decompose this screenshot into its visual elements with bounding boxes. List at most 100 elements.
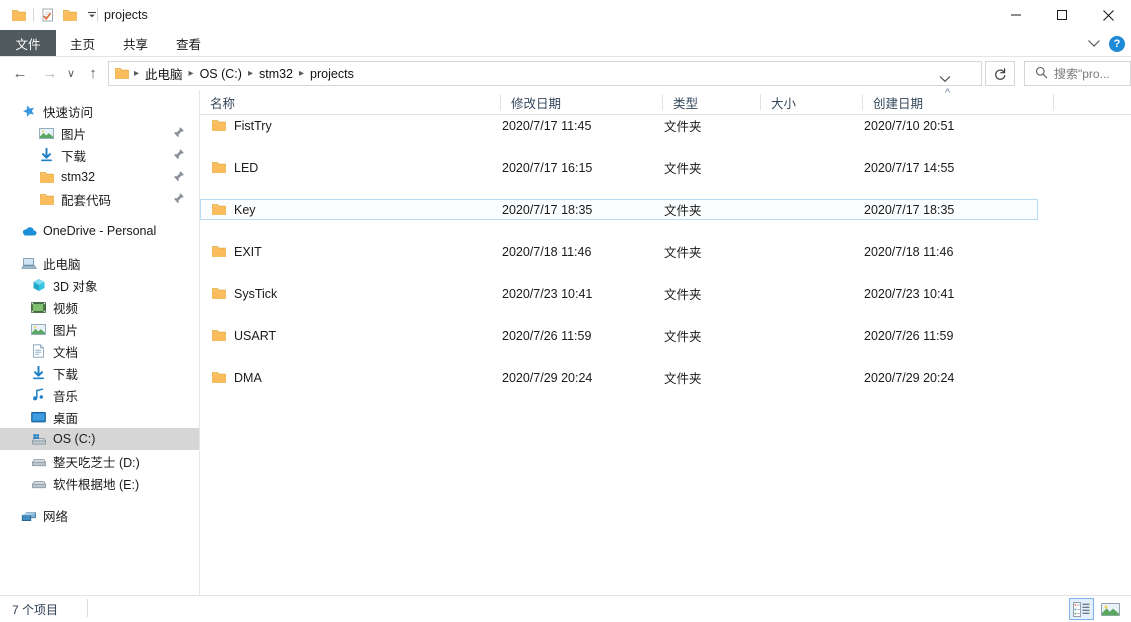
folder-icon[interactable]	[8, 4, 30, 26]
documents-icon	[30, 343, 47, 359]
file-name: USART	[234, 328, 277, 343]
sidebar-item-downloads[interactable]: 下载	[0, 362, 199, 384]
forward-button[interactable]: →	[38, 57, 62, 90]
new-folder-icon[interactable]	[59, 4, 81, 26]
cell-name: SysTick	[200, 283, 277, 304]
breadcrumb-item-2[interactable]: stm32	[255, 67, 297, 81]
refresh-button[interactable]	[985, 61, 1015, 86]
column-header-modified[interactable]: 修改日期	[501, 90, 662, 114]
column-headers: 名称 修改日期 类型 大小 创建日期 ^	[200, 87, 1131, 115]
expand-ribbon-chevron-down-icon[interactable]	[1087, 37, 1101, 51]
3d-objects-icon	[30, 277, 47, 293]
folder-icon	[212, 119, 226, 132]
table-row[interactable]: Key 2020/7/17 18:35 文件夹 2020/7/17 18:35	[200, 199, 1038, 220]
sidebar-item-label: 图片	[53, 323, 79, 338]
sidebar-item-label: 视频	[53, 301, 79, 316]
sidebar-item-onedrive[interactable]: OneDrive - Personal	[0, 220, 199, 242]
column-header-created[interactable]: 创建日期	[863, 90, 1053, 114]
sidebar-item-matching-code[interactable]: 配套代码	[0, 188, 199, 210]
breadcrumb-sep-2[interactable]: ▸	[246, 68, 255, 79]
cell-name: LED	[200, 157, 258, 178]
cell-type: 文件夹	[664, 288, 702, 302]
breadcrumb-sep-3[interactable]: ▸	[297, 68, 306, 79]
qat-dropdown-icon[interactable]	[81, 4, 103, 26]
column-header-type[interactable]: 类型	[663, 90, 760, 114]
help-icon[interactable]: ?	[1109, 35, 1125, 52]
sidebar-item-label: 网络	[43, 509, 69, 524]
content-area: 快速访问 图片 下载 stm32 配套代码 OneDrive - Persona…	[0, 87, 1131, 595]
tab-share[interactable]: 共享	[109, 30, 162, 57]
folder-icon	[38, 169, 55, 185]
sidebar-item-os-c[interactable]: OS (C:)	[0, 428, 199, 450]
recent-locations-button[interactable]: ∨	[62, 57, 80, 90]
table-row[interactable]: DMA 2020/7/29 20:24 文件夹 2020/7/29 20:24	[200, 367, 1131, 388]
close-button[interactable]	[1085, 0, 1131, 30]
sidebar-item-network[interactable]: 网络	[0, 504, 199, 526]
minimize-button[interactable]	[993, 0, 1039, 30]
cell-created: 2020/7/29 20:24	[864, 370, 955, 385]
maximize-button[interactable]	[1039, 0, 1085, 30]
search-input[interactable]: 搜索"pro...	[1054, 65, 1110, 82]
ribbon-right-controls: ?	[1087, 30, 1125, 57]
file-name: Key	[234, 202, 256, 217]
back-button[interactable]: ←	[8, 57, 32, 90]
sidebar-item-label: 文档	[53, 345, 79, 360]
column-header-size[interactable]: 大小	[761, 90, 862, 114]
ribbon-tab-bar: 文件 主页 共享 查看 ?	[0, 30, 1131, 57]
downloads-icon	[38, 147, 55, 163]
sidebar-item-label: stm32	[61, 170, 96, 184]
navigation-pane: 快速访问 图片 下载 stm32 配套代码 OneDrive - Persona…	[0, 90, 199, 595]
sort-ascending-icon: ^	[945, 87, 951, 99]
table-row[interactable]: USART 2020/7/26 11:59 文件夹 2020/7/26 11:5…	[200, 325, 1131, 346]
breadcrumb-bar[interactable]: ▸ 此电脑 ▸ OS (C:) ▸ stm32 ▸ projects	[108, 61, 982, 86]
search-icon	[1035, 66, 1048, 82]
sidebar-item-music[interactable]: 音乐	[0, 384, 199, 406]
network-icon	[20, 507, 37, 523]
nav-group-this-pc[interactable]: 此电脑	[0, 252, 199, 274]
table-row[interactable]: LED 2020/7/17 16:15 文件夹 2020/7/17 14:55	[200, 157, 1131, 178]
sidebar-item-documents[interactable]: 文档	[0, 340, 199, 362]
details-view-button[interactable]	[1069, 598, 1094, 620]
breadcrumb-item-1[interactable]: OS (C:)	[196, 67, 246, 81]
large-icons-view-button[interactable]	[1098, 598, 1123, 620]
cell-type: 文件夹	[664, 120, 702, 134]
sidebar-item-downloads-qa[interactable]: 下载	[0, 144, 199, 166]
breadcrumb-item-0[interactable]: 此电脑	[141, 64, 187, 83]
properties-icon[interactable]	[37, 4, 59, 26]
sidebar-item-drive-d[interactable]: 整天吃芝士 (D:)	[0, 450, 199, 472]
tab-view[interactable]: 查看	[162, 30, 215, 57]
sidebar-item-pictures[interactable]: 图片	[0, 318, 199, 340]
tab-home[interactable]: 主页	[56, 30, 109, 57]
pin-icon[interactable]	[173, 148, 185, 160]
this-pc-icon	[20, 255, 37, 271]
column-header-name[interactable]: 名称	[200, 90, 500, 114]
table-row[interactable]: EXIT 2020/7/18 11:46 文件夹 2020/7/18 11:46	[200, 241, 1131, 262]
cell-name: FistTry	[200, 115, 272, 136]
sidebar-item-stm32[interactable]: stm32	[0, 166, 199, 188]
cell-created: 2020/7/10 20:51	[864, 118, 955, 133]
sidebar-item-desktop[interactable]: 桌面	[0, 406, 199, 428]
cell-modified: 2020/7/29 20:24	[502, 370, 593, 385]
breadcrumb-sep-1[interactable]: ▸	[187, 68, 196, 79]
sidebar-item-pictures-qa[interactable]: 图片	[0, 122, 199, 144]
pin-icon[interactable]	[173, 126, 185, 138]
view-buttons	[1069, 596, 1123, 622]
table-row[interactable]: FistTry 2020/7/17 11:45 文件夹 2020/7/10 20…	[200, 115, 1131, 136]
sidebar-item-3d-objects[interactable]: 3D 对象	[0, 274, 199, 296]
sidebar-item-drive-e[interactable]: 软件根据地 (E:)	[0, 472, 199, 494]
breadcrumb-folder-icon	[115, 67, 129, 80]
pin-icon[interactable]	[173, 170, 185, 182]
search-box[interactable]: 搜索"pro...	[1024, 61, 1131, 86]
up-button[interactable]: ↑	[82, 57, 104, 90]
breadcrumb-sep-0[interactable]: ▸	[132, 68, 141, 79]
nav-group-quick-access[interactable]: 快速访问	[0, 100, 199, 122]
table-row[interactable]: SysTick 2020/7/23 10:41 文件夹 2020/7/23 10…	[200, 283, 1131, 304]
pin-icon[interactable]	[173, 192, 185, 204]
breadcrumb-item-3[interactable]: projects	[306, 67, 358, 81]
column-divider-5[interactable]	[1053, 94, 1054, 110]
sidebar-item-label: 音乐	[53, 389, 79, 404]
sidebar-item-label: 下载	[61, 149, 87, 164]
tab-file[interactable]: 文件	[0, 30, 56, 57]
sidebar-item-videos[interactable]: 视频	[0, 296, 199, 318]
window-title: projects	[104, 8, 148, 22]
